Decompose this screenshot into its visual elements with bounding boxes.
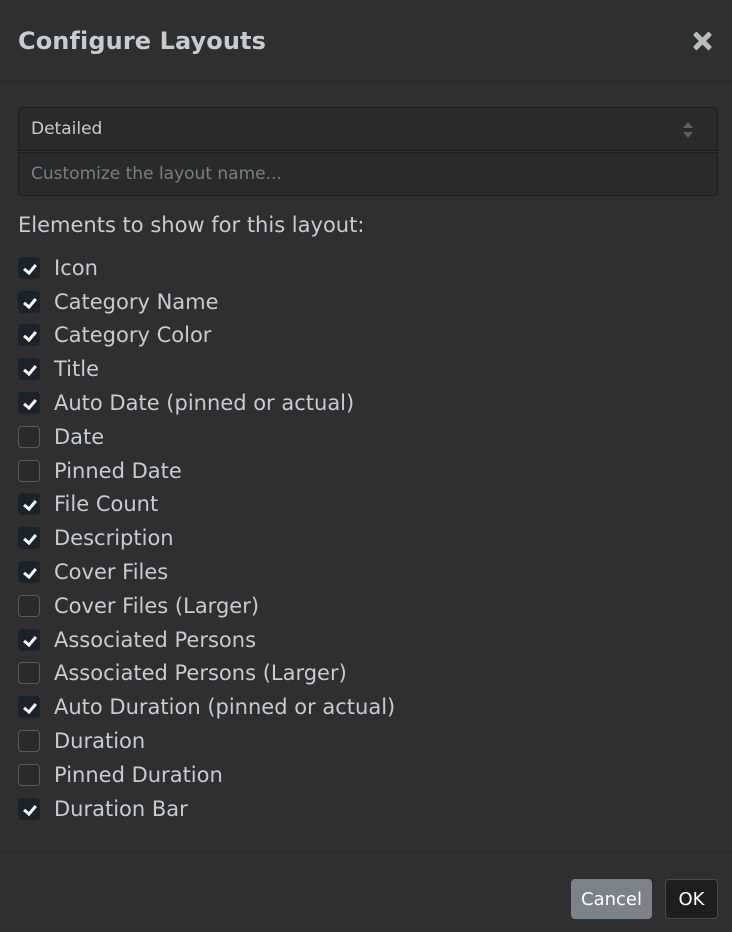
option-label: File Count xyxy=(54,492,159,517)
option-row[interactable]: Cover Files xyxy=(18,555,718,589)
checkbox-checked[interactable] xyxy=(18,392,40,415)
cancel-button[interactable]: Cancel xyxy=(571,879,652,919)
option-label: Cover Files xyxy=(54,560,169,585)
checkbox-checked[interactable] xyxy=(18,358,40,381)
option-label: Pinned Duration xyxy=(54,762,223,787)
checkbox-unchecked[interactable] xyxy=(18,594,40,617)
dialog-title: Configure Layouts xyxy=(18,26,267,55)
option-label: Description xyxy=(54,526,174,551)
option-row[interactable]: Associated Persons (Larger) xyxy=(18,657,718,691)
checkbox-checked[interactable] xyxy=(18,696,40,719)
checkbox-unchecked[interactable] xyxy=(18,425,40,448)
option-row[interactable]: File Count xyxy=(18,488,718,522)
option-label: Duration xyxy=(54,729,146,754)
layout-select-value: Detailed xyxy=(31,119,103,139)
close-icon[interactable] xyxy=(690,29,714,53)
elements-label: Elements to show for this layout: xyxy=(18,213,365,237)
option-label: Category Name xyxy=(54,289,219,314)
elements-checklist: Icon Category Name Category Color Title Auto… xyxy=(18,251,718,826)
option-label: Category Color xyxy=(54,323,212,348)
option-row[interactable]: Description xyxy=(18,521,718,555)
option-label: Title xyxy=(54,357,100,382)
checkbox-checked[interactable] xyxy=(18,628,40,651)
option-row[interactable]: Duration xyxy=(18,724,718,758)
option-row[interactable]: Category Name xyxy=(18,285,718,319)
checkbox-unchecked[interactable] xyxy=(18,730,40,753)
option-label: Icon xyxy=(54,255,98,280)
option-label: Auto Duration (pinned or actual) xyxy=(54,695,396,720)
option-label: Associated Persons (Larger) xyxy=(54,661,347,686)
option-label: Associated Persons xyxy=(54,627,257,652)
option-row[interactable]: Icon xyxy=(18,251,718,285)
option-label: Auto Date (pinned or actual) xyxy=(54,391,355,416)
option-label: Cover Files (Larger) xyxy=(54,593,260,618)
option-label: Duration Bar xyxy=(54,796,188,821)
option-label: Date xyxy=(54,424,105,449)
checkbox-checked[interactable] xyxy=(18,797,40,820)
ok-button[interactable]: OK xyxy=(665,879,718,919)
checkbox-checked[interactable] xyxy=(18,493,40,516)
option-row[interactable]: Cover Files (Larger) xyxy=(18,589,718,623)
dialog-header: Configure Layouts xyxy=(0,0,732,82)
checkbox-checked[interactable] xyxy=(18,324,40,347)
option-row[interactable]: Duration Bar xyxy=(18,792,718,826)
option-row[interactable]: Pinned Duration xyxy=(18,758,718,792)
option-row[interactable]: Auto Duration (pinned or actual) xyxy=(18,690,718,724)
configure-layouts-dialog: Configure Layouts Detailed Elements to s… xyxy=(0,0,732,932)
option-row[interactable]: Title xyxy=(18,352,718,386)
layout-select[interactable]: Detailed xyxy=(18,107,718,151)
checkbox-checked[interactable] xyxy=(18,561,40,584)
checkbox-checked[interactable] xyxy=(18,256,40,279)
layout-name-input[interactable] xyxy=(18,152,718,196)
option-row[interactable]: Associated Persons xyxy=(18,623,718,657)
checkbox-unchecked[interactable] xyxy=(18,763,40,786)
dialog-footer: Cancel OK xyxy=(0,852,732,932)
option-row[interactable]: Category Color xyxy=(18,319,718,353)
checkbox-unchecked[interactable] xyxy=(18,662,40,685)
dialog-body: Detailed Elements to show for this layou… xyxy=(0,82,732,826)
sort-arrows-icon xyxy=(683,122,693,138)
checkbox-checked[interactable] xyxy=(18,290,40,313)
option-row[interactable]: Date xyxy=(18,420,718,454)
option-row[interactable]: Auto Date (pinned or actual) xyxy=(18,386,718,420)
option-label: Pinned Date xyxy=(54,458,182,483)
checkbox-checked[interactable] xyxy=(18,527,40,550)
option-row[interactable]: Pinned Date xyxy=(18,454,718,488)
checkbox-unchecked[interactable] xyxy=(18,459,40,482)
